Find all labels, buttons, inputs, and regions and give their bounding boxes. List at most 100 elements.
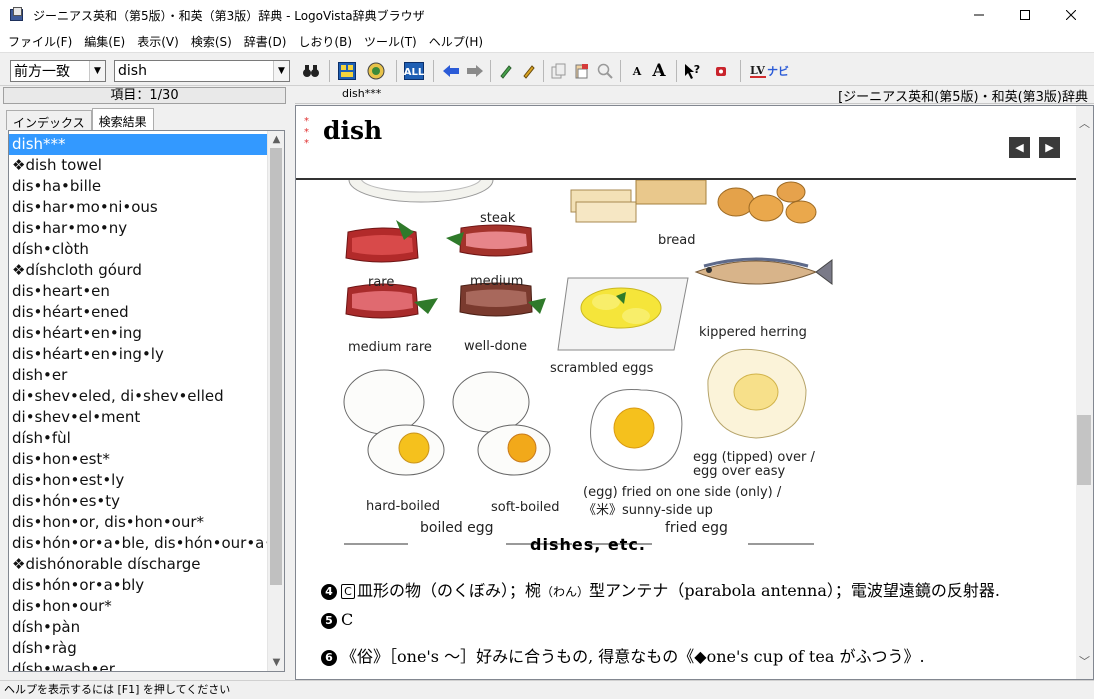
menu-tools[interactable]: ツール(T) (358, 33, 423, 50)
all-dictionaries-button[interactable]: ALL (404, 61, 424, 81)
globe-icon[interactable] (366, 61, 386, 81)
result-list-item[interactable]: dis•ha•bille (9, 176, 267, 197)
forward-arrow-icon[interactable] (465, 61, 485, 81)
result-list-item[interactable]: dísh•clòth (9, 239, 267, 260)
steak-rare-drawing (345, 220, 419, 263)
caption-sunny-side-up: 《米》sunny-side up (583, 503, 713, 518)
egg-over-easy-drawing (707, 348, 807, 439)
window-controls (956, 0, 1094, 30)
soft-boiled-egg-drawing (452, 371, 551, 476)
result-list-item[interactable]: ❖dish towel (9, 155, 267, 176)
app-icon[interactable] (9, 7, 25, 23)
result-list-item[interactable]: ❖dishónorable díscharge (9, 554, 267, 575)
menu-dictionary[interactable]: 辞書(D) (238, 33, 293, 50)
menu-bookmark[interactable]: しおり(B) (292, 33, 358, 50)
result-list-item[interactable]: dísh•wash•er (9, 659, 267, 671)
star: * (304, 127, 309, 138)
help-pointer-icon[interactable]: ? (682, 61, 702, 81)
result-list-item[interactable]: dis•hon•est* (9, 449, 267, 470)
maximize-button[interactable] (1002, 0, 1048, 30)
close-icon (1066, 10, 1076, 20)
minimize-icon (974, 14, 984, 16)
entry-label: dish*** (342, 87, 382, 100)
hard-boiled-egg-drawing (343, 369, 445, 476)
content-scrollbar[interactable]: ︿ ﹀ (1076, 106, 1093, 679)
search-mode-select[interactable]: 前方一致 ▼ (10, 60, 106, 82)
scroll-down-icon[interactable]: ﹀ (1076, 652, 1093, 669)
search-binoculars-icon[interactable] (301, 61, 321, 81)
lv-navi-button[interactable]: LV ナビ (748, 61, 792, 81)
sense-text: 皿形の物（のくぼみ）；椀 (357, 581, 542, 600)
result-list[interactable]: dish*** ❖dish towel dis•ha•bille dis•har•mo… (8, 130, 285, 672)
result-items: dish*** ❖dish towel dis•ha•bille dis•har•mo… (9, 134, 267, 671)
scroll-thumb[interactable] (270, 148, 282, 585)
result-list-item[interactable]: dis•hón•or•a•bly (9, 575, 267, 596)
result-list-item[interactable]: dis•heart•en (9, 281, 267, 302)
menu-search[interactable]: 検索(S) (185, 33, 238, 50)
right-pane: dish*** [ジーニアス英和(第5版)・和英(第3版)辞典 * * * di… (295, 86, 1094, 680)
chevron-down-icon[interactable]: ▼ (273, 61, 289, 81)
entry-header-bar: dish*** [ジーニアス英和(第5版)・和英(第3版)辞典 (295, 86, 1094, 105)
search-input[interactable]: dish ▼ (114, 60, 290, 82)
result-list-item[interactable]: dish*** (9, 134, 267, 155)
title-bar: ジーニアス英和（第5版）・和英（第3版）辞典 - LogoVista辞典ブラウザ (0, 0, 1094, 30)
marker-icon[interactable] (496, 61, 516, 81)
tab-index[interactable]: インデックス (6, 110, 92, 130)
result-list-item[interactable]: dísh•pàn (9, 617, 267, 638)
caption-fried-egg: fried egg (665, 520, 728, 536)
result-list-item[interactable]: dis•héart•ened (9, 302, 267, 323)
caption-medium-rare: medium rare (348, 340, 432, 355)
previous-entry-button[interactable]: ◀ (1009, 137, 1030, 158)
result-list-item[interactable]: dis•hón•es•ty (9, 491, 267, 512)
close-button[interactable] (1048, 0, 1094, 30)
list-scrollbar[interactable]: ▲ ▼ (267, 131, 284, 671)
scroll-thumb[interactable] (1077, 415, 1091, 485)
search-mode-value: 前方一致 (14, 64, 70, 80)
result-list-item[interactable]: di•shev•eled, di•shev•elled (9, 386, 267, 407)
svg-text:ナビ: ナビ (767, 64, 789, 78)
fried-egg-sunny-side-up-drawing (590, 388, 683, 471)
scroll-up-icon[interactable]: ▲ (268, 131, 284, 148)
scrambled-eggs-drawing (557, 277, 689, 351)
menu-view[interactable]: 表示(V) (131, 33, 185, 50)
sense-text-cont: 型アンテナ（parabola antenna）；電波望遠鏡の反射器. (589, 581, 1000, 600)
back-arrow-icon[interactable] (441, 61, 461, 81)
scroll-down-icon[interactable]: ▼ (268, 654, 284, 671)
clipboard-icon[interactable] (572, 61, 592, 81)
dictionary-select-icon[interactable] (337, 61, 357, 81)
result-list-item[interactable]: dis•har•mo•ny (9, 218, 267, 239)
next-entry-button[interactable]: ▶ (1039, 137, 1060, 158)
result-list-item[interactable]: di•shev•el•ment (9, 407, 267, 428)
bread-drawing (570, 180, 817, 224)
tab-search-results[interactable]: 検索結果 (91, 108, 154, 130)
minimize-button[interactable] (956, 0, 1002, 30)
result-list-item[interactable]: dísh•fùl (9, 428, 267, 449)
result-list-item[interactable]: dis•har•mo•ni•ous (9, 197, 267, 218)
caption-bread: bread (658, 233, 696, 248)
result-list-item[interactable]: dísh•ràg (9, 638, 267, 659)
result-list-item[interactable]: dish•er (9, 365, 267, 386)
result-list-item[interactable]: dis•héart•en•ing (9, 323, 267, 344)
copy-icon[interactable] (549, 61, 569, 81)
scroll-up-icon[interactable]: ︿ (1076, 114, 1093, 131)
search-input-value: dish (118, 63, 147, 79)
result-list-item[interactable]: ❖díshcloth góurd (9, 260, 267, 281)
zoom-icon[interactable] (595, 61, 615, 81)
font-small-button[interactable]: A (627, 61, 647, 81)
menu-help[interactable]: ヘルプ(H) (423, 33, 489, 50)
menu-edit[interactable]: 編集(E) (78, 33, 131, 50)
caption-egg-over-easy: egg over easy (693, 464, 786, 479)
result-list-item[interactable]: dis•hón•or•a•ble, dis•hón•our•a•ble (9, 533, 267, 554)
chevron-down-icon[interactable]: ▼ (89, 61, 105, 81)
pencil-icon[interactable] (519, 61, 539, 81)
result-list-item[interactable]: dis•hon•our* (9, 596, 267, 617)
caption-kippered-herring: kippered herring (699, 325, 807, 340)
record-icon[interactable] (711, 61, 731, 81)
left-pane: 項目：1/30 インデックス 検索結果 dish*** ❖dish towel di… (0, 86, 289, 680)
result-list-item[interactable]: dis•hon•est•ly (9, 470, 267, 491)
sense-number: 4 (321, 584, 337, 600)
menu-file[interactable]: ファイル(F) (2, 33, 78, 50)
result-list-item[interactable]: dis•hon•or, dis•hon•our* (9, 512, 267, 533)
font-large-button[interactable]: A (649, 61, 669, 81)
result-list-item[interactable]: dis•héart•en•ing•ly (9, 344, 267, 365)
